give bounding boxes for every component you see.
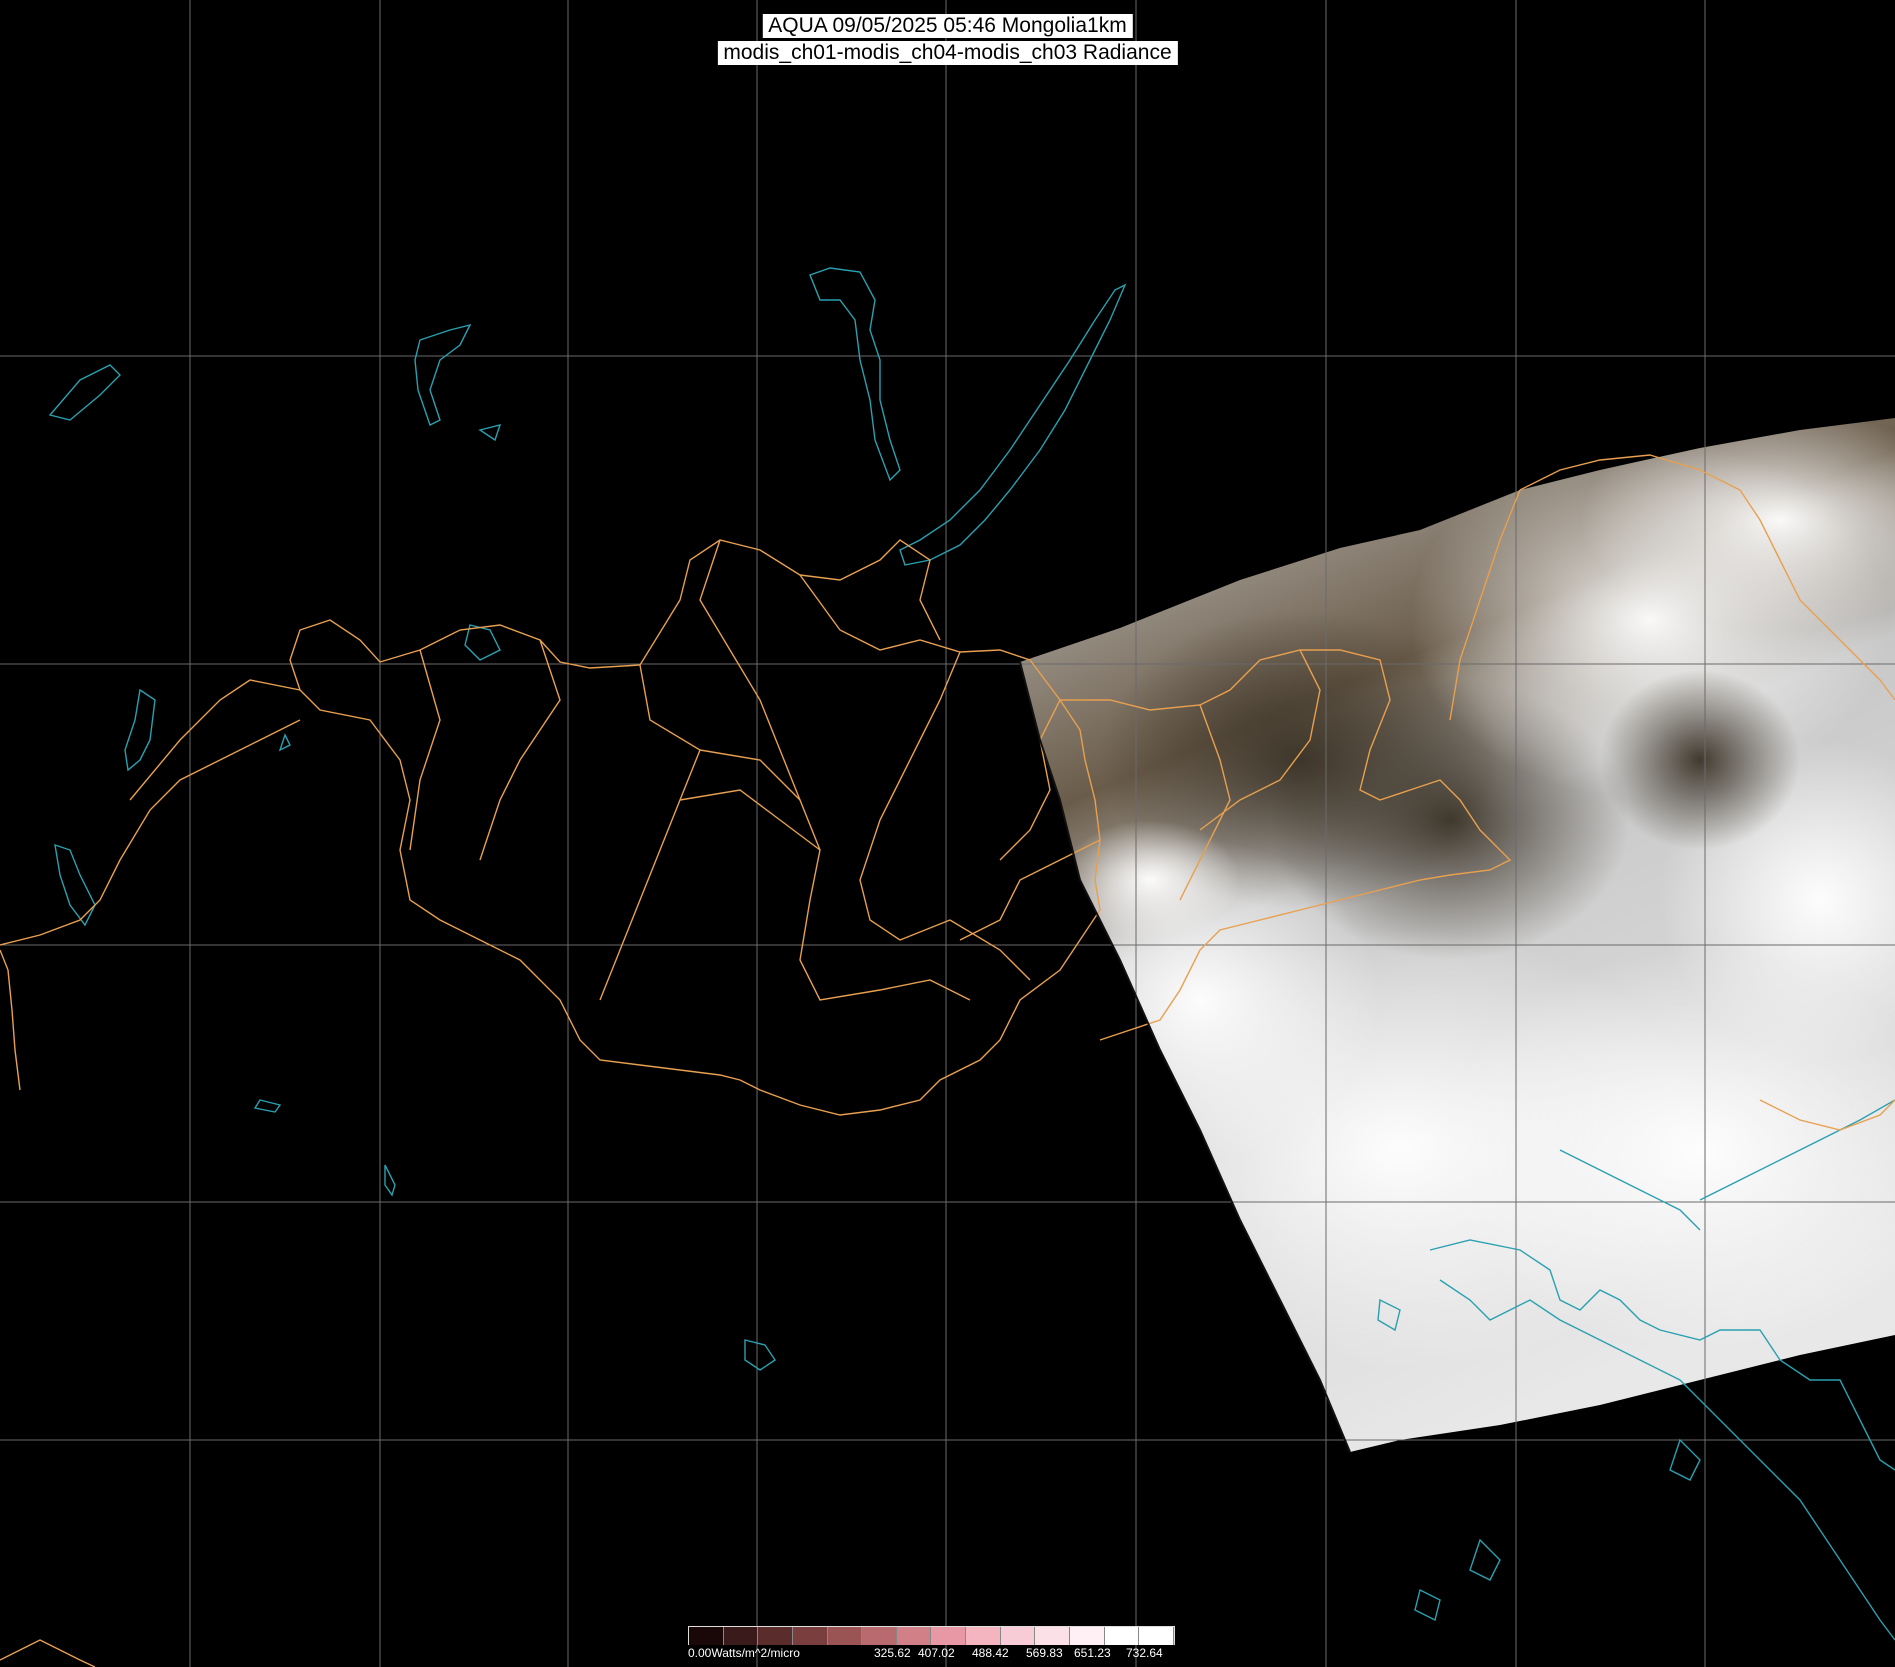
legend-swatch	[1035, 1627, 1071, 1645]
legend-tick: 407.02	[918, 1646, 955, 1660]
title-line-2: modis_ch01-modis_ch04-modis_ch03 Radianc…	[717, 41, 1178, 65]
legend-swatch	[758, 1627, 793, 1645]
legend-labels: 0.00Watts/m^2/micro 325.62 407.02 488.42…	[688, 1646, 1173, 1660]
legend-swatch	[1104, 1627, 1140, 1645]
legend-swatch	[862, 1627, 897, 1645]
title-line-1: AQUA 09/05/2025 05:46 Mongolia1km	[762, 14, 1133, 38]
legend-tick: 488.42	[972, 1646, 1009, 1660]
satellite-map	[0, 0, 1895, 1667]
color-legend: 0.00Watts/m^2/micro 325.62 407.02 488.42…	[688, 1626, 1175, 1662]
legend-swatch	[723, 1627, 759, 1645]
legend-swatch	[1070, 1627, 1105, 1645]
legend-color-bar	[688, 1626, 1175, 1645]
legend-swatch	[966, 1627, 1001, 1645]
legend-swatch	[792, 1627, 828, 1645]
legend-swatch	[1139, 1627, 1174, 1645]
satellite-swath	[1020, 418, 1895, 1452]
legend-swatch	[827, 1627, 863, 1645]
legend-tick: 325.62	[874, 1646, 911, 1660]
legend-swatch	[896, 1627, 932, 1645]
legend-unit-label: 0.00Watts/m^2/micro	[688, 1646, 800, 1660]
legend-swatch	[931, 1627, 967, 1645]
legend-swatch	[1000, 1627, 1036, 1645]
legend-tick: 651.23	[1074, 1646, 1111, 1660]
legend-tick: 732.64	[1126, 1646, 1163, 1660]
legend-swatch	[689, 1627, 724, 1645]
legend-tick: 569.83	[1026, 1646, 1063, 1660]
